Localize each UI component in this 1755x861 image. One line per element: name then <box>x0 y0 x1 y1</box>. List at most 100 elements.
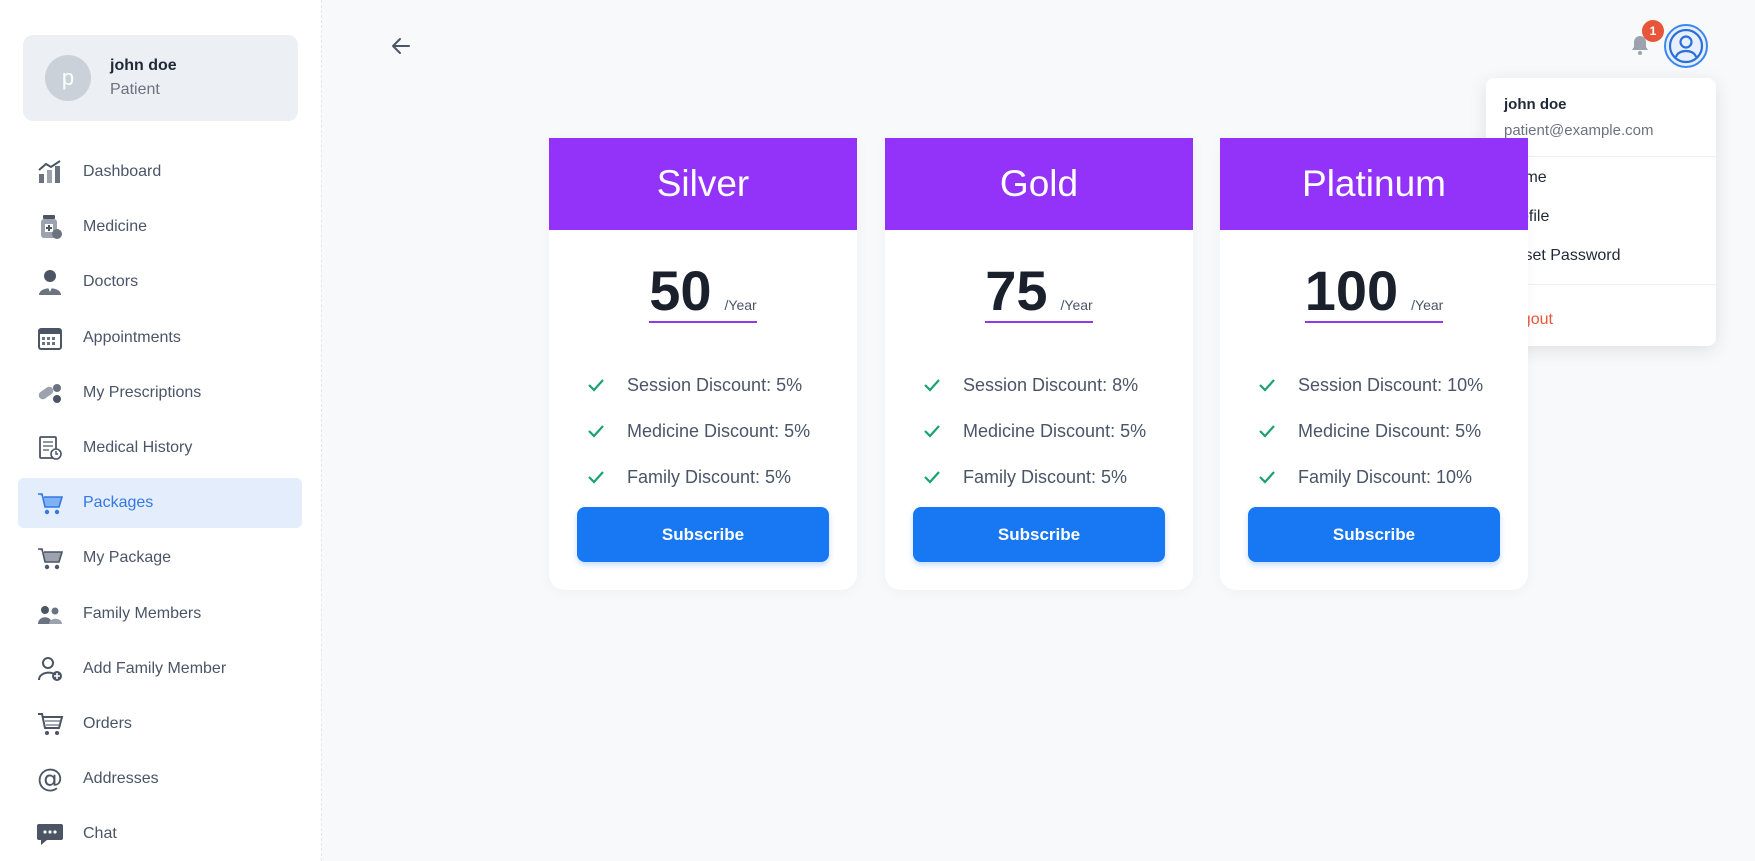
sidebar-item-label: Appointments <box>83 328 181 346</box>
check-icon <box>1258 467 1278 487</box>
sidebar-item-label: Chat <box>83 825 117 843</box>
price-wrap: 50 /Year <box>649 263 757 323</box>
sidebar-item-addresses[interactable]: @ Addresses <box>18 754 302 804</box>
sidebar: p john doe Patient Dashboard Medicine Do… <box>0 0 322 861</box>
sidebar-item-label: Addresses <box>83 770 159 788</box>
package-card-gold: Gold 75 /Year Session Discount: 8% Medic… <box>885 138 1193 590</box>
sidebar-item-label: Dashboard <box>83 163 162 180</box>
check-icon <box>923 421 943 441</box>
feature-text: Medicine Discount: 5% <box>627 420 811 441</box>
doctor-icon <box>35 267 65 297</box>
check-icon <box>1258 421 1278 441</box>
user-role: Patient <box>110 81 160 98</box>
sidebar-item-label: My Package <box>83 549 172 567</box>
price-row: 100 /Year <box>1220 263 1528 323</box>
sidebar-item-orders[interactable]: Orders <box>18 699 302 749</box>
feature-text: Medicine Discount: 5% <box>1298 420 1482 441</box>
price-wrap: 100 /Year <box>1304 259 1444 323</box>
sidebar-nav: Dashboard Medicine Doctors Appointments … <box>18 147 302 861</box>
sidebar-item-label: Medical History <box>83 438 193 456</box>
check-icon <box>923 467 943 487</box>
document-clock-icon <box>35 433 65 463</box>
family-icon <box>35 599 65 629</box>
sidebar-item-label: Packages <box>83 494 154 512</box>
feature-item: Session Discount: 8% <box>923 362 1146 408</box>
subscribe-button[interactable]: Subscribe <box>1248 507 1500 562</box>
sidebar-item-dashboard[interactable]: Dashboard <box>18 147 302 197</box>
chat-icon <box>35 819 65 849</box>
feature-list: Session Discount: 10% Medicine Discount:… <box>1258 362 1483 500</box>
sidebar-item-medicine[interactable]: Medicine <box>18 202 302 252</box>
user-circle-icon <box>1668 28 1704 64</box>
sidebar-item-label: Medicine <box>83 218 148 236</box>
feature-text: Family Discount: 5% <box>963 466 1128 487</box>
feature-item: Session Discount: 5% <box>587 362 810 408</box>
feature-item: Session Discount: 10% <box>1258 362 1483 408</box>
feature-text: Family Discount: 10% <box>1298 466 1473 487</box>
user-info: john doe Patient <box>110 57 177 99</box>
pills-icon <box>35 378 65 408</box>
package-period: /Year <box>1411 297 1444 313</box>
cart-icon <box>35 488 65 518</box>
package-period: /Year <box>1060 297 1093 313</box>
package-period: /Year <box>724 297 757 313</box>
feature-list: Session Discount: 8% Medicine Discount: … <box>923 362 1146 500</box>
sidebar-item-family-members[interactable]: Family Members <box>18 589 302 639</box>
sidebar-item-label: My Prescriptions <box>83 383 202 401</box>
user-card[interactable]: p john doe Patient <box>23 35 298 121</box>
price-wrap: 75 /Year <box>985 263 1093 323</box>
feature-item: Family Discount: 10% <box>1258 454 1483 500</box>
feature-item: Family Discount: 5% <box>587 454 810 500</box>
price-row: 75 /Year <box>885 263 1193 323</box>
at-icon: @ <box>35 764 65 794</box>
feature-item: Medicine Discount: 5% <box>923 408 1146 454</box>
sidebar-item-appointments[interactable]: Appointments <box>18 313 302 363</box>
chart-icon <box>35 157 65 187</box>
package-price: 100 <box>1304 259 1399 322</box>
feature-text: Family Discount: 5% <box>627 466 792 487</box>
feature-item: Family Discount: 5% <box>923 454 1146 500</box>
avatar: p <box>45 55 91 101</box>
check-icon <box>587 421 607 441</box>
feature-text: Session Discount: 5% <box>627 374 803 395</box>
sidebar-item-label: Add Family Member <box>83 659 227 677</box>
subscribe-button[interactable]: Subscribe <box>577 507 829 562</box>
check-icon <box>923 375 943 395</box>
subscribe-button[interactable]: Subscribe <box>913 507 1165 562</box>
cart-icon <box>35 543 65 573</box>
price-row: 50 /Year <box>549 263 857 323</box>
user-name: john doe <box>110 57 177 74</box>
back-button[interactable] <box>385 30 417 62</box>
sidebar-item-my-package[interactable]: My Package <box>18 533 302 583</box>
sidebar-item-packages[interactable]: Packages <box>18 478 302 529</box>
check-icon <box>1258 375 1278 395</box>
sidebar-item-label: Orders <box>83 714 132 732</box>
sidebar-item-my-prescriptions[interactable]: My Prescriptions <box>18 368 302 418</box>
check-icon <box>587 467 607 487</box>
feature-text: Medicine Discount: 5% <box>963 420 1147 441</box>
sidebar-item-label: Doctors <box>83 273 139 291</box>
svg-text:@: @ <box>37 765 63 793</box>
feature-item: Medicine Discount: 5% <box>587 408 810 454</box>
package-title: Platinum <box>1220 138 1528 230</box>
add-user-icon <box>35 654 65 684</box>
sidebar-item-medical-history[interactable]: Medical History <box>18 423 302 473</box>
feature-list: Session Discount: 5% Medicine Discount: … <box>587 362 810 500</box>
shopping-cart-icon <box>35 709 65 739</box>
dropdown-user-email: patient@example.com <box>1504 122 1654 139</box>
check-icon <box>587 375 607 395</box>
feature-text: Session Discount: 8% <box>963 374 1139 395</box>
medicine-icon <box>35 212 65 242</box>
feature-item: Medicine Discount: 5% <box>1258 408 1483 454</box>
arrow-left-icon <box>392 38 410 54</box>
sidebar-item-doctors[interactable]: Doctors <box>18 257 302 307</box>
notification-badge: 1 <box>1642 20 1664 42</box>
sidebar-item-add-family-member[interactable]: Add Family Member <box>18 644 302 694</box>
sidebar-item-label: Family Members <box>83 604 202 622</box>
profile-button[interactable] <box>1664 24 1708 68</box>
feature-text: Session Discount: 10% <box>1298 374 1484 395</box>
package-card-platinum: Platinum 100 /Year Session Discount: 10%… <box>1220 138 1528 590</box>
sidebar-item-chat[interactable]: Chat <box>18 809 302 859</box>
package-title: Gold <box>885 138 1193 230</box>
package-card-silver: Silver 50 /Year Session Discount: 5% Med… <box>549 138 857 590</box>
